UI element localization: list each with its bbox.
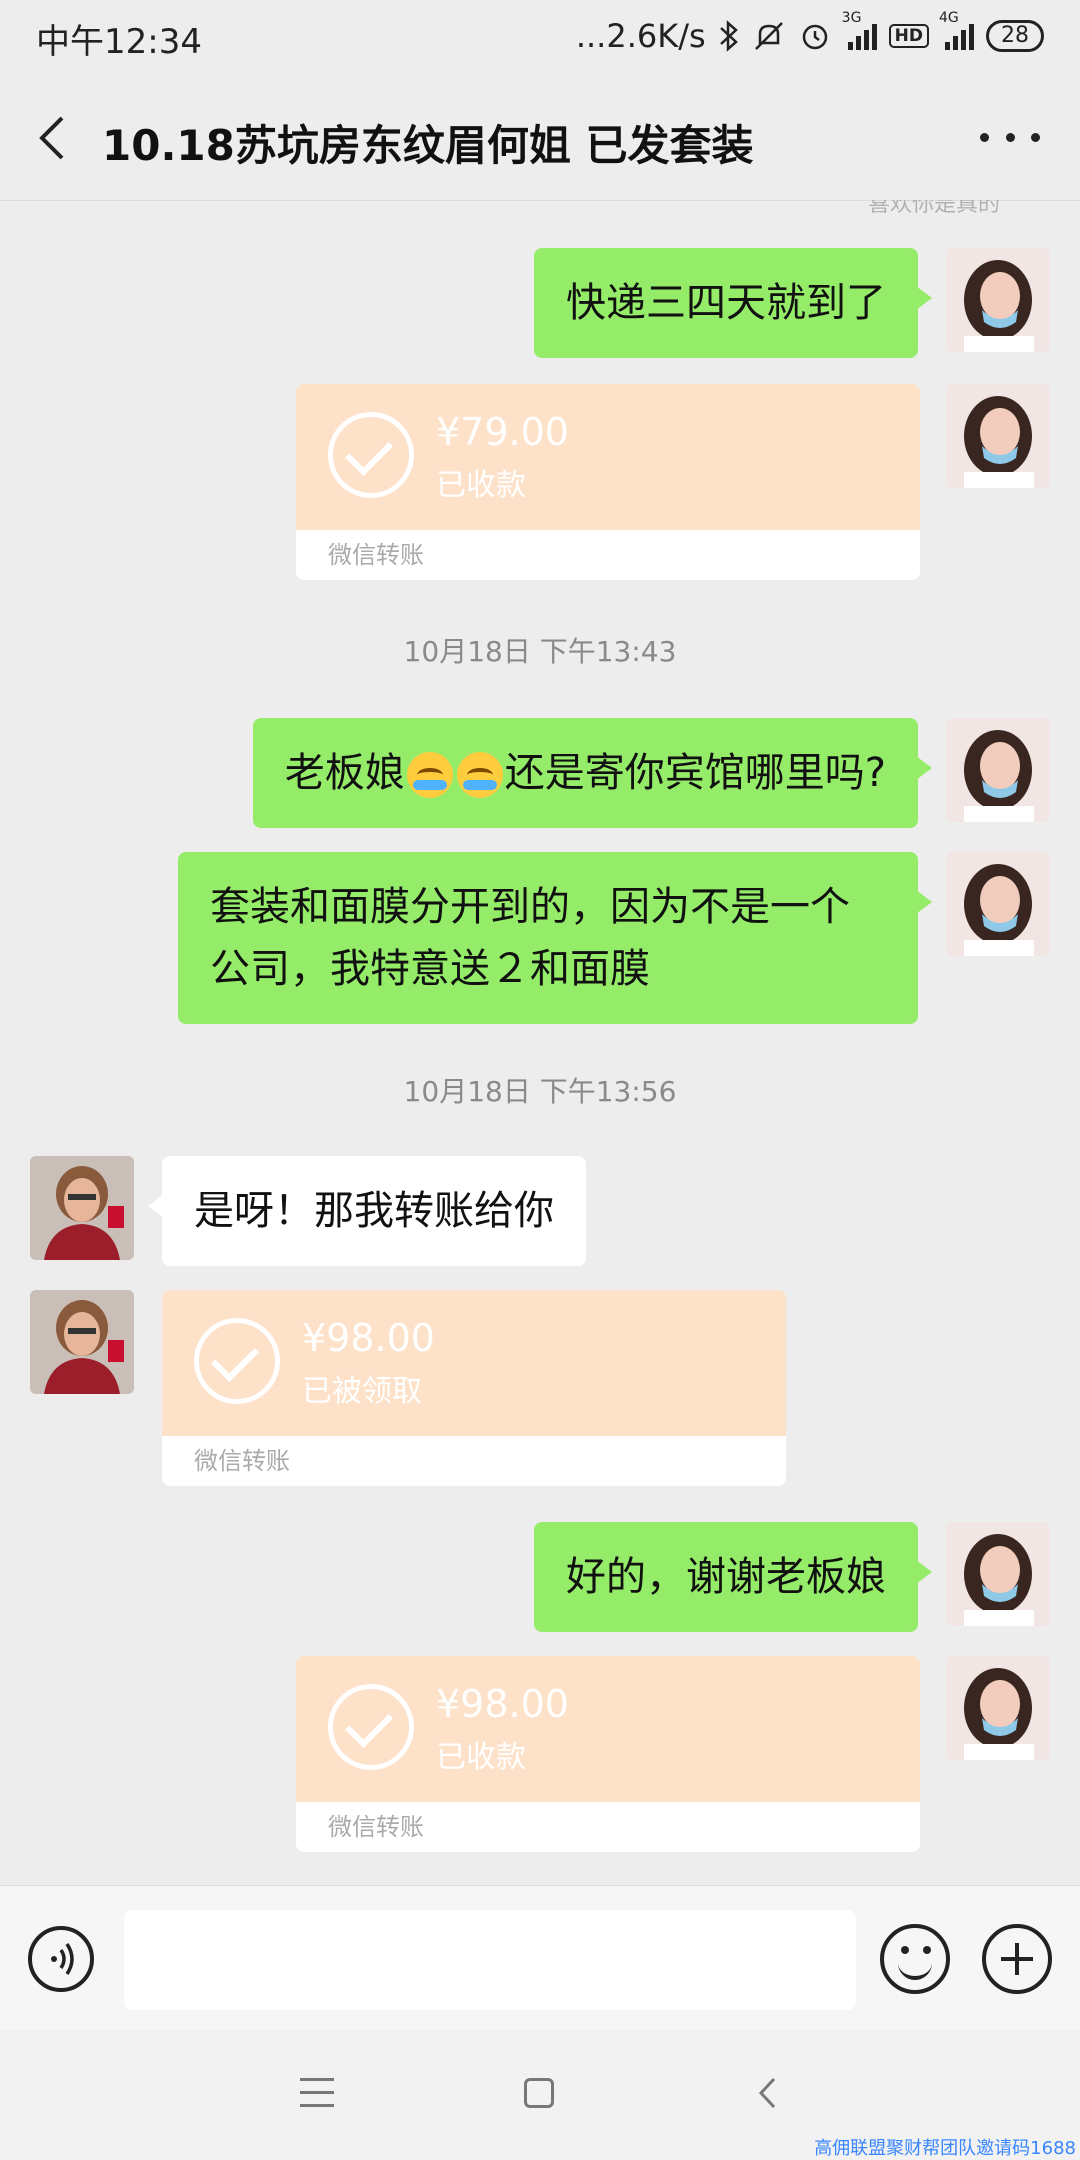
message-input[interactable] [124, 1910, 856, 2010]
message-text: 好的，谢谢老板娘 [566, 1554, 886, 1600]
status-time: 中午12:34 [36, 22, 202, 62]
my-avatar[interactable] [946, 852, 1050, 956]
transfer-status: 已收款 [436, 468, 526, 503]
my-avatar[interactable] [946, 1522, 1050, 1626]
system-back-button[interactable] [756, 2076, 780, 2110]
check-icon [328, 1684, 414, 1770]
my-message-bubble[interactable]: 套装和面膜分开到的，因为不是一个公司，我特意送２和面膜 [178, 852, 932, 1024]
message-text: 还是寄你宾馆哪里吗? [504, 750, 886, 796]
my-avatar[interactable] [946, 718, 1050, 822]
watermark-text: 高佣联盟聚财帮团队邀请码1688 [814, 2138, 1076, 2159]
message-text: 快递三四天就到了 [566, 280, 886, 326]
message-text: 套装和面膜分开到的，因为不是一个公司，我特意送２和面膜 [210, 884, 850, 992]
more-functions-button[interactable] [982, 1924, 1052, 1994]
recent-apps-button[interactable] [300, 2078, 334, 2108]
transfer-footer: 微信转账 [296, 530, 920, 580]
bluetooth-icon [718, 19, 740, 53]
transfer-amount: ¥98.00 [302, 1316, 435, 1360]
transfer-amount: ¥98.00 [436, 1682, 569, 1726]
back-chevron-icon [758, 2077, 776, 2109]
battery-icon: 28 [986, 20, 1044, 52]
back-arrow-icon [39, 116, 64, 160]
chat-header: 10.18苏坑房东纹眉何姐 已发套装 [0, 76, 1080, 201]
voice-input-button[interactable] [28, 1926, 94, 1992]
signal-3g-icon: 3G [842, 10, 877, 50]
status-icons: ...2.6K/s 3G HD 4G 28 [575, 10, 1044, 58]
message-input-bar [0, 1885, 1080, 2031]
my-message-bubble[interactable]: 老板娘 还是寄你宾馆哪里吗? [252, 718, 933, 828]
contact-avatar[interactable] [30, 1156, 134, 1260]
my-message-bubble[interactable]: 好的，谢谢老板娘 [534, 1522, 932, 1632]
contact-message-bubble[interactable]: 是呀！那我转账给你 [148, 1156, 586, 1266]
status-bar: 中午12:34 ...2.6K/s 3G HD 4G 28 [0, 0, 1080, 76]
transfer-card[interactable]: ¥98.00 已被领取 微信转账 [162, 1290, 786, 1486]
timestamp: 10月18日 下午13:56 [403, 1075, 677, 1108]
my-message-bubble[interactable]: 快递三四天就到了 [534, 248, 932, 358]
transfer-card[interactable]: ¥79.00 已收款 微信转账 [296, 384, 920, 580]
my-avatar[interactable] [946, 1656, 1050, 1760]
transfer-footer: 微信转账 [162, 1436, 786, 1486]
home-button[interactable] [524, 2078, 554, 2108]
transfer-footer: 微信转账 [296, 1802, 920, 1852]
crying-emoji-icon [456, 752, 503, 798]
my-avatar[interactable] [946, 248, 1050, 352]
message-text: 老板娘 [284, 750, 405, 796]
transfer-status: 已收款 [436, 1740, 526, 1775]
signal-4g-icon: 4G [939, 10, 974, 50]
my-avatar[interactable] [946, 384, 1050, 488]
check-icon [328, 412, 414, 498]
contact-avatar[interactable] [30, 1290, 134, 1394]
net-speed: ...2.6K/s [575, 17, 706, 55]
chat-message-list[interactable]: 喜欢你是真的 快递三四天就到了 ¥79.00 已收款 微信转账 10月18日 下… [0, 200, 1080, 1885]
voice-icon [51, 1943, 74, 1975]
check-icon [194, 1318, 280, 1404]
transfer-amount: ¥79.00 [436, 410, 569, 454]
transfer-card[interactable]: ¥98.00 已收款 微信转账 [296, 1656, 920, 1852]
faded-message-text: 喜欢你是真的 [867, 200, 1000, 217]
alarm-icon [798, 19, 832, 53]
chat-title: 10.18苏坑房东纹眉何姐 已发套装 [102, 121, 754, 170]
mute-bell-icon [752, 19, 786, 53]
emoji-button[interactable] [880, 1924, 950, 1994]
transfer-status: 已被领取 [302, 1374, 422, 1409]
back-button[interactable] [28, 106, 84, 170]
message-text: 是呀！那我转账给你 [194, 1188, 554, 1234]
timestamp: 10月18日 下午13:43 [403, 635, 677, 668]
system-navigation-bar: 高佣联盟聚财帮团队邀请码1688 [0, 2030, 1080, 2160]
crying-emoji-icon [406, 752, 453, 798]
hd-icon: HD [888, 24, 929, 48]
more-options-button[interactable] [980, 112, 1040, 162]
